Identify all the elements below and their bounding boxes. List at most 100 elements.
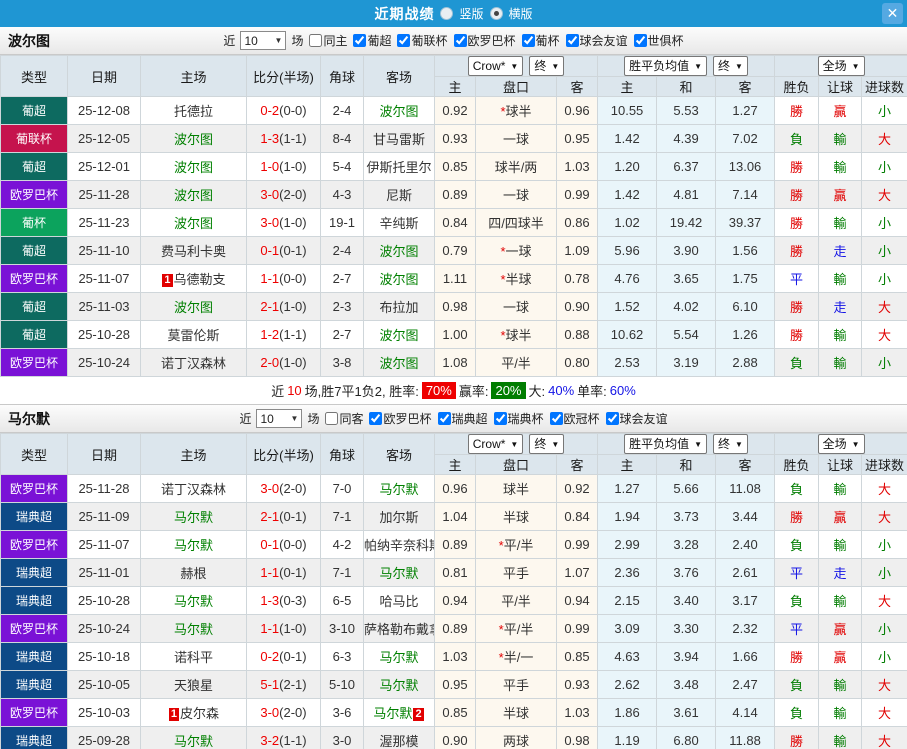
halftime-score: (1-0) bbox=[279, 299, 307, 314]
radio-horizontal-layout[interactable] bbox=[489, 7, 503, 20]
handicap: 平手 bbox=[475, 558, 557, 587]
match-date: 25-11-09 bbox=[67, 502, 141, 531]
same-venue-checkbox[interactable] bbox=[325, 412, 339, 425]
away-team: 波尔图 bbox=[363, 96, 435, 125]
fulltime-score: 0-1 bbox=[260, 537, 280, 552]
same-venue-checkbox[interactable] bbox=[309, 34, 323, 47]
match-count-select[interactable]: 10 ▼ bbox=[240, 31, 287, 50]
table-row: 葡超 25-11-03 波尔图 2-1(1-0) 2-3 布拉加 0.98 一球 0.90 1.5… bbox=[0, 292, 907, 321]
home-odds: 0.92 bbox=[434, 96, 476, 125]
odds-stage-select[interactable]: 终 ▼ bbox=[529, 56, 565, 76]
match-count-select[interactable]: 10 ▼ bbox=[256, 409, 303, 428]
fulltime-score: 5-1 bbox=[260, 677, 280, 692]
team-name-text: 帕纳辛奈科斯 bbox=[364, 538, 435, 553]
table-row: 欧罗巴杯 25-10-03 1 皮尔森 3-0(2-0) 3-6 马尔默 2 0.85 半球 1.0… bbox=[0, 698, 907, 727]
team-name-text: 费马利卡奥 bbox=[160, 244, 226, 259]
table-row: 瑞典超 25-11-01 赫根 1-1(0-1) 7-1 马尔默 0.81 平手 1.07 2.3… bbox=[0, 558, 907, 587]
handicap-text: 一球 bbox=[505, 244, 532, 259]
league-checkbox[interactable] bbox=[397, 34, 411, 47]
team-name-text: 伊斯托里尔 bbox=[366, 160, 432, 175]
team-name-text: 波尔图 bbox=[173, 300, 213, 315]
avg-away-odds: 2.32 bbox=[715, 614, 776, 643]
handicap-result-cell: 輸 bbox=[818, 698, 863, 727]
league-badge: 欧罗巴杯 bbox=[0, 614, 68, 643]
team-name-text: 诺丁汉森林 bbox=[160, 482, 226, 497]
avg-stage-select[interactable]: 终 ▼ bbox=[713, 56, 748, 76]
team-name-text: 诺丁汉森林 bbox=[160, 356, 226, 371]
league-checkbox[interactable] bbox=[605, 412, 619, 425]
league-checkbox[interactable] bbox=[369, 412, 383, 425]
halftime-score: (2-0) bbox=[279, 187, 307, 202]
halftime-score: (2-1) bbox=[279, 677, 307, 692]
league-checkbox[interactable] bbox=[453, 34, 467, 47]
league-checkbox[interactable] bbox=[437, 412, 451, 425]
fulltime-score: 2-1 bbox=[260, 509, 280, 524]
odds-stage-select[interactable]: 终 ▼ bbox=[529, 434, 565, 454]
league-checkbox[interactable] bbox=[633, 34, 647, 47]
home-team: 1 皮尔森 bbox=[140, 698, 247, 727]
handicap-text: 球半 bbox=[505, 328, 532, 343]
avg-type-select[interactable]: 胜平负均值 ▼ bbox=[624, 56, 708, 76]
table-row: 欧罗巴杯 25-11-07 1 乌德勒支 1-1(0-0) 2-7 波尔图 1.11 *半球 0.… bbox=[0, 264, 907, 293]
select-value: 胜平负均值 bbox=[629, 58, 690, 73]
league-checkbox[interactable] bbox=[565, 34, 579, 47]
odds-rate-label: 赢率: bbox=[458, 384, 489, 399]
handicap: 两球 bbox=[475, 726, 557, 749]
score-cell: 1-3(1-1) bbox=[246, 124, 321, 153]
avg-draw-odds: 3.28 bbox=[656, 530, 717, 559]
odds-source-select[interactable]: Crow* ▼ bbox=[467, 434, 524, 454]
radio-vertical-layout[interactable] bbox=[440, 7, 454, 20]
avg-home-odds: 4.63 bbox=[597, 642, 658, 671]
avg-draw-odds: 5.66 bbox=[656, 474, 717, 503]
result-cell: 負 bbox=[774, 474, 820, 503]
score-cell: 2-1(1-0) bbox=[246, 292, 321, 321]
avg-away-odds: 2.61 bbox=[715, 558, 776, 587]
result-cell: 勝 bbox=[774, 236, 820, 265]
avg-type-select[interactable]: 胜平负均值 ▼ bbox=[624, 434, 708, 454]
home-odds: 0.98 bbox=[434, 292, 476, 321]
league-checkbox[interactable] bbox=[549, 412, 563, 425]
league-checkbox[interactable] bbox=[521, 34, 535, 47]
handicap: 球半 bbox=[475, 474, 557, 503]
avg-draw-odds: 4.81 bbox=[656, 180, 717, 209]
home-team: 1 乌德勒支 bbox=[140, 264, 247, 293]
chevron-down-icon: ▼ bbox=[551, 439, 560, 449]
scope-select[interactable]: 全场 ▼ bbox=[817, 434, 865, 454]
odds-source-select[interactable]: Crow* ▼ bbox=[467, 56, 524, 76]
radio-vertical-label: 竖版 bbox=[459, 7, 484, 21]
fulltime-score: 2-1 bbox=[260, 299, 280, 314]
team-name-text: 波尔图 bbox=[173, 160, 213, 175]
away-team: 波尔图 bbox=[363, 348, 435, 377]
away-odds: 1.03 bbox=[555, 698, 599, 727]
score-cell: 3-0(2-0) bbox=[246, 180, 321, 209]
away-odds: 0.84 bbox=[555, 502, 599, 531]
league-checkbox[interactable] bbox=[493, 412, 507, 425]
away-odds: 1.03 bbox=[555, 152, 599, 181]
handicap-text: 一球 bbox=[502, 188, 529, 203]
avg-stage-select[interactable]: 终 ▼ bbox=[713, 434, 748, 454]
avg-away-odds: 3.44 bbox=[715, 502, 776, 531]
result-cell: 勝 bbox=[774, 96, 820, 125]
handicap-text: 平/半 bbox=[501, 356, 531, 371]
avg-draw-odds: 3.94 bbox=[656, 642, 717, 671]
home-odds: 1.03 bbox=[434, 642, 476, 671]
league-badge: 葡联杯 bbox=[0, 124, 68, 153]
match-date: 25-10-18 bbox=[67, 642, 141, 671]
league-checkbox[interactable] bbox=[353, 34, 367, 47]
match-rows: 欧罗巴杯 25-11-28 诺丁汉森林 3-0(2-0) 7-0 马尔默 0.96 球半 0.9… bbox=[0, 474, 907, 749]
league-checkbox-label: 欧罗巴杯 bbox=[383, 412, 432, 426]
close-icon[interactable]: ✕ bbox=[882, 3, 903, 24]
col-header-avg-a: 客 bbox=[715, 454, 776, 475]
goals-result-cell: 大 bbox=[861, 726, 907, 749]
away-odds: 0.88 bbox=[555, 320, 599, 349]
avg-draw-odds: 3.73 bbox=[656, 502, 717, 531]
col-header-res: 胜负 bbox=[774, 454, 820, 475]
away-team: 甘马雷斯 bbox=[363, 124, 435, 153]
league-checkbox-label: 瑞典杯 bbox=[507, 412, 544, 426]
scope-select[interactable]: 全场 ▼ bbox=[817, 56, 865, 76]
goals-result-cell: 小 bbox=[861, 236, 907, 265]
handicap-result-cell: 輸 bbox=[818, 264, 863, 293]
avg-away-odds: 7.14 bbox=[715, 180, 776, 209]
table-row: 葡杯 25-11-23 波尔图 3-0(1-0) 19-1 辛纯斯 0.84 四/四球半 0.8… bbox=[0, 208, 907, 237]
goals-result-cell: 大 bbox=[861, 586, 907, 615]
